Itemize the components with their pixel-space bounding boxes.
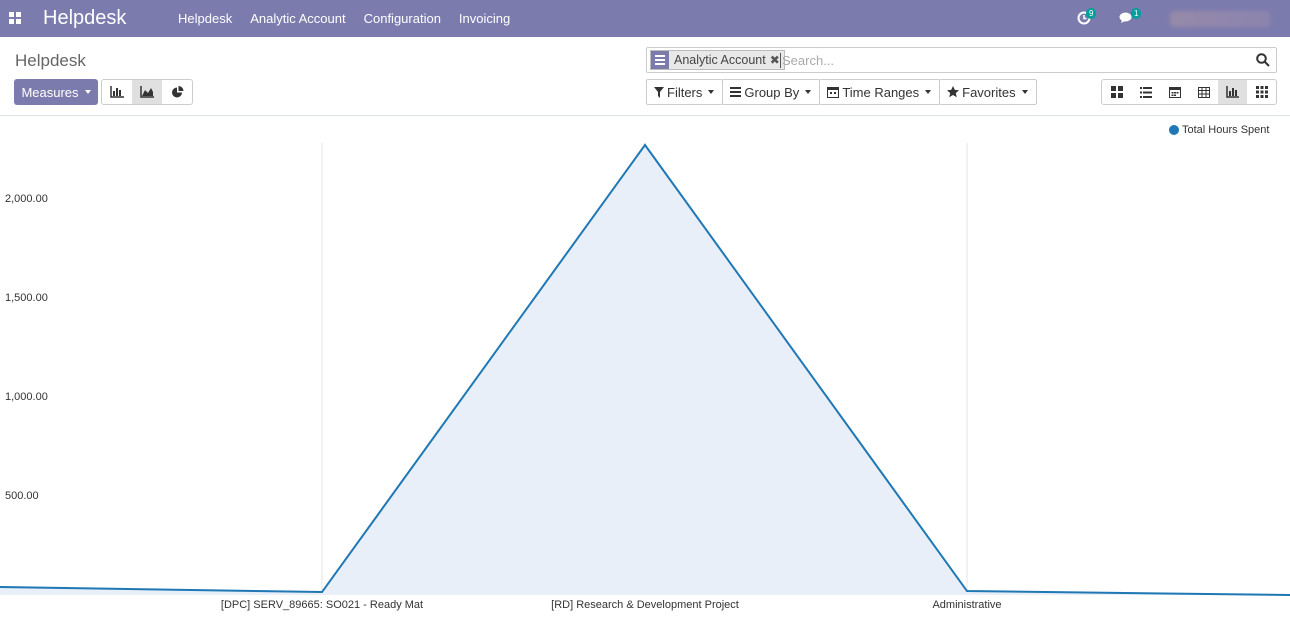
grid-icon [1255,86,1268,98]
series-area [0,144,1290,596]
caret-down-icon [708,90,715,94]
caret-down-icon [84,90,91,94]
pie-chart-mode-button[interactable] [162,80,192,104]
graph-view-icon [1226,86,1239,98]
facet-label: Analytic Account [674,53,766,67]
messages-chat-icon[interactable]: 1 [1119,8,1142,25]
apps-menu-icon[interactable] [9,12,21,24]
menu-item-invoicing[interactable]: Invoicing [459,11,510,26]
control-panel: Helpdesk Analytic Account ✖ Search... Me… [0,37,1290,116]
menu-item-configuration[interactable]: Configuration [364,11,441,26]
bar-chart-icon [110,86,124,98]
groupby-facet-icon [651,51,669,69]
kanban-view-button[interactable] [1102,80,1131,104]
message-count-badge: 1 [1131,8,1142,19]
user-menu-avatar[interactable] [1170,11,1270,27]
filters-label: Filters [667,84,703,100]
caret-down-icon [805,90,812,94]
caret-down-icon [925,90,932,94]
x-tick-label: Administrative [932,599,1002,611]
filters-button[interactable]: Filters [646,79,724,105]
activity-count-badge: 9 [1086,8,1097,19]
search-facet: Analytic Account ✖ [650,50,785,70]
search-icon[interactable] [1256,53,1270,67]
y-tick-label: 500.00 [5,489,39,502]
calendar-view-icon [1168,87,1181,98]
chart-legend[interactable]: Total Hours Spent [1169,124,1269,136]
groupby-label: Group By [744,84,800,100]
calendar-view-button[interactable] [1160,80,1189,104]
measures-label: Measures [21,84,79,100]
grid-view-button[interactable] [1247,80,1276,104]
favorites-label: Favorites [962,84,1016,100]
search-input[interactable]: Search... [780,53,834,68]
x-tick-label: [RD] Research & Development Project [551,599,739,611]
list-view-button[interactable] [1131,80,1160,104]
legend-label: Total Hours Spent [1182,124,1270,136]
pivot-table-icon [1197,86,1210,98]
top-navbar: Helpdesk Helpdesk Analytic Account Confi… [0,0,1290,37]
search-options: Filters Group By Time Ranges Favorites [646,79,1037,105]
pivot-view-button[interactable] [1189,80,1218,104]
measures-button[interactable]: Measures [14,79,98,105]
time-ranges-button[interactable]: Time Ranges [819,79,941,105]
graph-view: Total Hours Spent 500.00 1,000.00 1,500.00… [0,117,1290,612]
breadcrumb: Helpdesk [15,51,86,70]
kanban-icon [1110,86,1123,98]
time-ranges-label: Time Ranges [842,84,920,100]
activity-clock-icon[interactable]: 9 [1077,8,1097,25]
y-tick-label: 1,500.00 [5,291,48,304]
list-view-icon [1139,86,1152,98]
legend-swatch [1169,125,1179,135]
chart-mode-switcher [101,79,193,105]
menu-item-analytic-account[interactable]: Analytic Account [250,11,345,26]
filter-icon [654,86,664,98]
data-point[interactable] [644,143,646,146]
y-tick-label: 1,000.00 [5,390,48,403]
y-tick-label: 2,000.00 [5,192,48,205]
star-icon [947,86,960,98]
menu-item-helpdesk[interactable]: Helpdesk [178,11,232,26]
calendar-icon [827,87,840,98]
pie-chart-icon [171,85,183,97]
line-chart-mode-button[interactable] [132,80,162,104]
data-point[interactable] [321,591,323,594]
view-switcher [1101,79,1277,105]
area-chart-icon [140,86,154,98]
graph-view-button[interactable] [1218,80,1247,104]
main-menu: Helpdesk Analytic Account Configuration … [178,11,528,26]
list-icon [730,87,742,97]
app-brand[interactable]: Helpdesk [43,7,126,30]
area-chart [0,143,1290,597]
search-bar[interactable]: Analytic Account ✖ Search... [646,47,1277,73]
x-tick-label: [DPC] SERV_89665: SO021 - Ready Mat [220,599,424,611]
data-point[interactable] [966,590,968,593]
caret-down-icon [1021,90,1028,94]
favorites-button[interactable]: Favorites [939,79,1037,105]
bar-chart-mode-button[interactable] [102,80,132,104]
groupby-button[interactable]: Group By [722,79,821,105]
